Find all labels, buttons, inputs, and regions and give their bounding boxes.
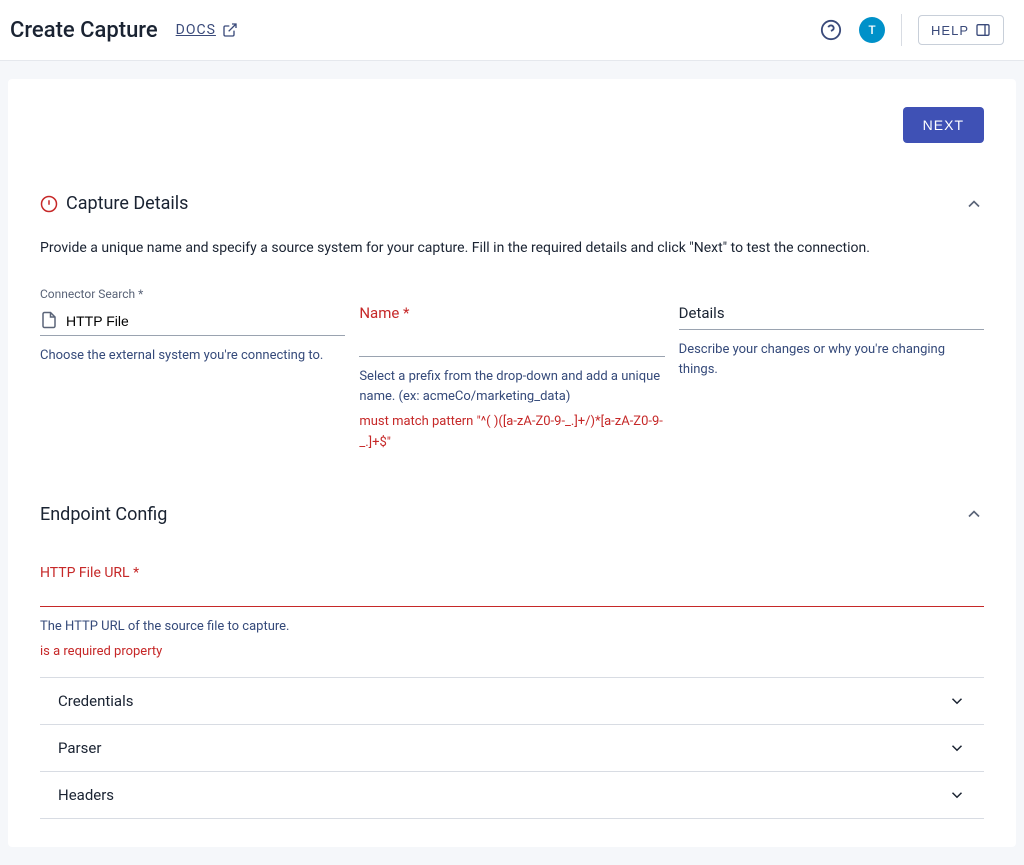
topbar: Create Capture DOCS T: [0, 0, 1024, 61]
main-card: NEXT Capture Details: [8, 79, 1016, 847]
chevron-down-icon: [948, 692, 966, 710]
page-title: Create Capture: [10, 18, 158, 43]
connector-help: Choose the external system you're connec…: [40, 346, 345, 366]
connector-label: Connector Search *: [40, 287, 345, 301]
accordion-label: Headers: [58, 786, 114, 804]
capture-details-form: Connector Search * Choose the external s…: [40, 287, 984, 454]
accordion-label: Parser: [58, 739, 101, 757]
name-field: Name * Select a prefix from the drop-dow…: [359, 287, 664, 454]
accordion-label: Credentials: [58, 692, 133, 710]
external-link-icon: [222, 22, 238, 38]
help-icon-button[interactable]: [819, 18, 843, 42]
avatar-initial: T: [868, 23, 875, 37]
details-help: Describe your changes or why you're chan…: [679, 340, 984, 379]
http-url-help: The HTTP URL of the source file to captu…: [40, 619, 984, 634]
name-input[interactable]: [359, 328, 664, 357]
action-row: NEXT: [40, 107, 984, 143]
endpoint-accordion: Credentials Parser Headers: [40, 677, 984, 819]
name-error: must match pattern "^( )([a-zA-Z0-9-_.]+…: [359, 412, 664, 454]
capture-details-section: Capture Details Provide a unique name an…: [40, 193, 984, 454]
details-label[interactable]: Details: [679, 304, 984, 330]
chevron-up-icon[interactable]: [964, 504, 984, 524]
http-url-error: is a required property: [40, 644, 984, 659]
topbar-divider: [901, 14, 902, 46]
http-url-label: HTTP File URL *: [40, 565, 984, 581]
details-field: Details Describe your changes or why you…: [679, 287, 984, 454]
name-label: Name *: [359, 304, 664, 322]
connector-field: Connector Search * Choose the external s…: [40, 287, 345, 454]
docs-link-label: DOCS: [176, 22, 216, 38]
accordion-credentials[interactable]: Credentials: [40, 677, 984, 725]
endpoint-config-section: Endpoint Config HTTP File URL * The HTTP…: [40, 504, 984, 819]
content-area: NEXT Capture Details: [0, 61, 1024, 865]
capture-details-header[interactable]: Capture Details: [40, 193, 984, 214]
section-title-group: Capture Details: [40, 193, 188, 214]
endpoint-config-header[interactable]: Endpoint Config: [40, 504, 984, 525]
panel-right-icon: [975, 22, 991, 38]
accordion-headers[interactable]: Headers: [40, 772, 984, 819]
connector-search-input[interactable]: [40, 307, 345, 336]
help-button-label: HELP: [931, 23, 969, 38]
topbar-right: T HELP: [819, 14, 1004, 46]
capture-details-desc: Provide a unique name and specify a sour…: [40, 238, 984, 259]
connector-input-wrap: [40, 307, 345, 336]
endpoint-config-title: Endpoint Config: [40, 504, 167, 525]
user-avatar[interactable]: T: [859, 17, 885, 43]
accordion-parser[interactable]: Parser: [40, 725, 984, 772]
chevron-up-icon[interactable]: [964, 194, 984, 214]
chevron-down-icon: [948, 786, 966, 804]
error-circle-icon: [40, 195, 58, 213]
http-url-field: HTTP File URL * The HTTP URL of the sour…: [40, 565, 984, 659]
next-button[interactable]: NEXT: [903, 107, 984, 143]
file-icon: [40, 311, 58, 329]
name-help: Select a prefix from the drop-down and a…: [359, 367, 664, 406]
chevron-down-icon: [948, 739, 966, 757]
capture-details-title: Capture Details: [66, 193, 188, 214]
topbar-left: Create Capture DOCS: [10, 18, 238, 43]
help-button[interactable]: HELP: [918, 15, 1004, 45]
question-circle-icon: [820, 19, 842, 41]
http-url-input[interactable]: [40, 589, 984, 607]
docs-link[interactable]: DOCS: [176, 22, 238, 38]
